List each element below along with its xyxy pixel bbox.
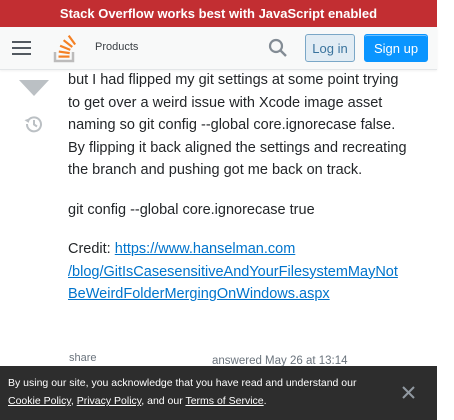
login-button[interactable]: Log in (305, 34, 355, 62)
privacy-policy-link[interactable]: Privacy Policy (77, 395, 142, 407)
vote-down-icon[interactable] (19, 80, 49, 98)
signup-button[interactable]: Sign up (364, 34, 428, 62)
products-menu[interactable]: Products (95, 41, 138, 53)
cookie-text: By using our site, you acknowledge that … (8, 377, 357, 389)
credit-prefix: Credit: (68, 241, 115, 257)
share-link[interactable]: share (69, 352, 97, 364)
answer-paragraph: but I had flipped my git settings at som… (68, 72, 407, 178)
answer-code-line: git config --global core.ignorecase true (68, 201, 315, 218)
menu-icon[interactable] (12, 41, 31, 55)
cookie-policy-link[interactable]: Cookie Policy (8, 395, 71, 407)
javascript-warning-banner: Stack Overflow works best with JavaScrip… (0, 0, 437, 27)
banner-text: Stack Overflow works best with JavaScrip… (59, 6, 378, 21)
cookie-notice: By using our site, you acknowledge that … (0, 366, 437, 420)
history-icon[interactable] (24, 114, 44, 134)
close-icon[interactable] (402, 386, 415, 399)
terms-of-service-link[interactable]: Terms of Service (185, 395, 263, 407)
answer-body: but I had flipped my git settings at som… (68, 69, 408, 323)
search-icon[interactable] (268, 38, 288, 58)
credit-link[interactable]: https://www.hanselman.com/blog/GitIsCase… (68, 241, 398, 302)
stackoverflow-logo-icon[interactable] (52, 34, 78, 64)
cookie-links: Cookie Policy, Privacy Policy, and our T… (8, 395, 267, 407)
credit-paragraph: Credit: https://www.hanselman.com/blog/G… (68, 238, 408, 306)
top-bar: Products Log in Sign up (0, 27, 437, 70)
